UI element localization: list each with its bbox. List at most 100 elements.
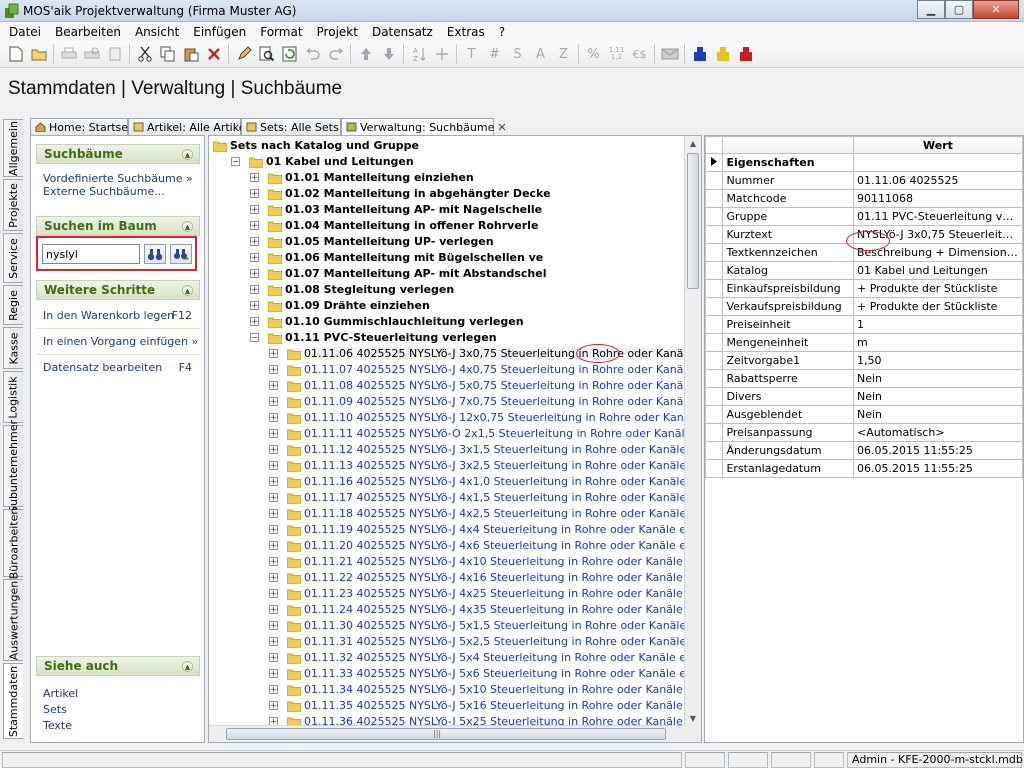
user-yellow-icon[interactable] [711,43,734,66]
tree-node-group[interactable]: +01.02 Mantelleitung in abgehängter Deck… [209,186,686,202]
property-value[interactable]: 06.05.2015 11:55:25 [852,441,1024,460]
property-value[interactable]: + Produkte der Stückliste [852,297,1024,316]
expand-node-icon[interactable]: + [269,525,278,534]
expand-node-icon[interactable]: + [250,269,259,278]
decimal-icon[interactable]: 1,11 1,2 [605,43,628,66]
tree-node-item[interactable]: +01.11.35 4025525 NYSLYö-J 5x16 Steuerle… [209,698,701,714]
tree-node-catalog[interactable]: − 01 Kabel und Leitungen [209,154,686,170]
new-document-icon[interactable] [4,43,27,66]
expand-node-icon[interactable]: + [269,701,278,710]
tree-node-group[interactable]: +01.04 Mantelleitung in offener Rohrverl… [209,218,686,234]
open-folder-icon[interactable] [27,43,50,66]
expand-node-icon[interactable]: + [269,589,278,598]
sort-icon[interactable]: AZ [407,43,430,66]
property-value[interactable]: 90111068 [852,189,1024,208]
tree-node-item[interactable]: +01.11.12 4025525 NYSLYö-J 3x1,5 Steuerl… [209,442,701,458]
tab-home[interactable]: Home: Startseite [30,118,142,135]
tree-node-item[interactable]: +01.11.34 4025525 NYSLYö-J 5x10 Steuerle… [209,682,701,698]
expand-node-icon[interactable]: + [269,669,278,678]
refresh-icon[interactable] [278,43,301,66]
tab-artikel[interactable]: Artikel: Alle Artikel✕ [128,118,261,135]
property-row[interactable]: Mengeneinheit m [704,333,1024,352]
menu-projekt[interactable]: Projekt [310,25,365,39]
currency-icon[interactable]: €$ [628,43,651,66]
find-icon[interactable] [255,43,278,66]
property-value[interactable]: + Produkte der Stückliste [852,279,1024,298]
copy-icon[interactable] [156,43,179,66]
menu-ansicht[interactable]: Ansicht [128,25,186,39]
menu-datensatz[interactable]: Datensatz [365,25,440,39]
section-header[interactable]: Suchbäume ▲ [36,144,200,164]
expand-node-icon[interactable]: + [269,541,278,550]
paste-icon[interactable] [179,43,202,66]
redo-icon[interactable] [324,43,347,66]
tree-node-group[interactable]: +01.08 Stegleitung verlegen [209,282,686,298]
tree-node-item[interactable]: +01.11.10 4025525 NYSLYö-J 12x0,75 Steue… [209,410,701,426]
cut-icon[interactable] [133,43,156,66]
tree-node-item[interactable]: +01.11.23 4025525 NYSLYö-J 4x25 Steuerle… [209,586,701,602]
expand-node-icon[interactable]: + [269,493,278,502]
section-header[interactable]: Siehe auch ▲ [36,656,200,676]
link-warenkorb[interactable]: In den Warenkorb legen F12 [36,306,200,325]
vtab-bueroarbeiten[interactable]: Büroarbeiten [3,507,23,579]
menu-help[interactable]: ? [492,25,512,39]
tree-node-item[interactable]: +01.11.09 4025525 NYSLYö-J 7x0,75 Steuer… [209,394,701,410]
minimize-button[interactable]: ▁ [917,0,945,19]
tree-search-input[interactable] [42,244,140,264]
expand-node-icon[interactable]: + [269,685,278,694]
collapse-icon[interactable]: ▲ [182,149,193,160]
tree-node-item[interactable]: +01.11.22 4025525 NYSLYö-J 4x16 Steuerle… [209,570,701,586]
section-header[interactable]: Suchen im Baum ▲ [36,216,200,236]
tree-node-item[interactable]: +01.11.20 4025525 NYSLYö-J 4x6 Steuerlei… [209,538,701,554]
expand-node-icon[interactable]: + [269,445,278,454]
print-icon[interactable] [57,43,80,66]
expand-node-icon[interactable]: + [250,301,259,310]
tree-vertical-scrollbar[interactable]: ▲ ▼ [684,136,701,727]
property-value[interactable]: 06.05.2015 11:55:25 [852,459,1024,478]
property-value[interactable]: 01 Kabel und Leitungen [852,261,1024,280]
delete-icon[interactable] [202,43,225,66]
tree-node-item[interactable]: +01.11.19 4025525 NYSLYö-J 4x4 Steuerlei… [209,522,701,538]
category-row[interactable]: Eigenschaften [704,153,1024,172]
tree-node-item[interactable]: +01.11.33 4025525 NYSLYö-J 5x6 Steuerlei… [209,666,701,682]
tree-node-group[interactable]: +01.05 Mantelleitung UP- verlegen [209,234,686,250]
tree-node-item[interactable]: +01.11.21 4025525 NYSLYö-J 4x10 Steuerle… [209,554,701,570]
link-datensatz-bearbeiten[interactable]: Datensatz bearbeiten F4 [36,358,200,377]
property-row[interactable]: Erstanlagedatum 06.05.2015 11:55:25 [704,459,1024,478]
user-blue-icon[interactable] [688,43,711,66]
tree-node-item[interactable]: +01.11.08 4025525 NYSLYö-J 5x0,75 Steuer… [209,378,701,394]
vtab-allgemein[interactable]: Allgemein [3,119,23,177]
move-up-icon[interactable] [354,43,377,66]
link-vordefinierte-suchbaeume[interactable]: Vordefinierte Suchbäume » [36,172,200,185]
expand-node-icon[interactable]: + [269,349,278,358]
expand-node-icon[interactable]: + [250,205,259,214]
property-row[interactable]: Änderungsdatum 06.05.2015 11:55:25 [704,441,1024,460]
undo-icon[interactable] [301,43,324,66]
expand-node-icon[interactable]: + [250,237,259,246]
collapse-icon[interactable]: ▲ [182,661,193,672]
menu-datei[interactable]: Datei [2,25,48,39]
percent-icon[interactable]: % [582,43,605,66]
vtab-stammdaten[interactable]: Stammdaten [3,663,23,739]
vtab-auswertungen[interactable]: Auswertungen [3,579,23,661]
scroll-up-icon[interactable]: ▲ [685,136,701,152]
collapse-node-icon[interactable]: − [250,333,259,342]
tree-node-group[interactable]: +01.06 Mantelleitung mit Bügelschellen v… [209,250,686,266]
scroll-thumb[interactable]: ||| [226,728,666,740]
tree-node-group[interactable]: +01.10 Gummischlauchleitung verlegen [209,314,686,330]
sum-icon[interactable]: S [506,43,529,66]
collapse-node-icon[interactable]: − [231,157,240,166]
vtab-kasse[interactable]: Kasse [3,327,23,369]
print-preview-icon[interactable] [80,43,103,66]
tree-node-item[interactable]: +01.11.31 4025525 NYSLYö-J 5x2,5 Steuerl… [209,634,701,650]
expand-node-icon[interactable]: + [269,509,278,518]
expand-node-icon[interactable]: + [269,413,278,422]
expand-node-icon[interactable]: + [250,189,259,198]
property-value[interactable]: Nein [852,369,1024,388]
expand-node-icon[interactable]: + [250,317,259,326]
tab-sets[interactable]: Sets: Alle Sets✕ [241,118,351,135]
property-row[interactable]: Preisanpassung <Automatisch> [704,423,1024,442]
collapse-icon[interactable]: ▲ [182,285,193,296]
tree-node-group[interactable]: +01.01 Mantelleitung einziehen [209,170,686,186]
tree-node-item[interactable]: +01.11.32 4025525 NYSLYö-J 5x4 Steuerlei… [209,650,701,666]
